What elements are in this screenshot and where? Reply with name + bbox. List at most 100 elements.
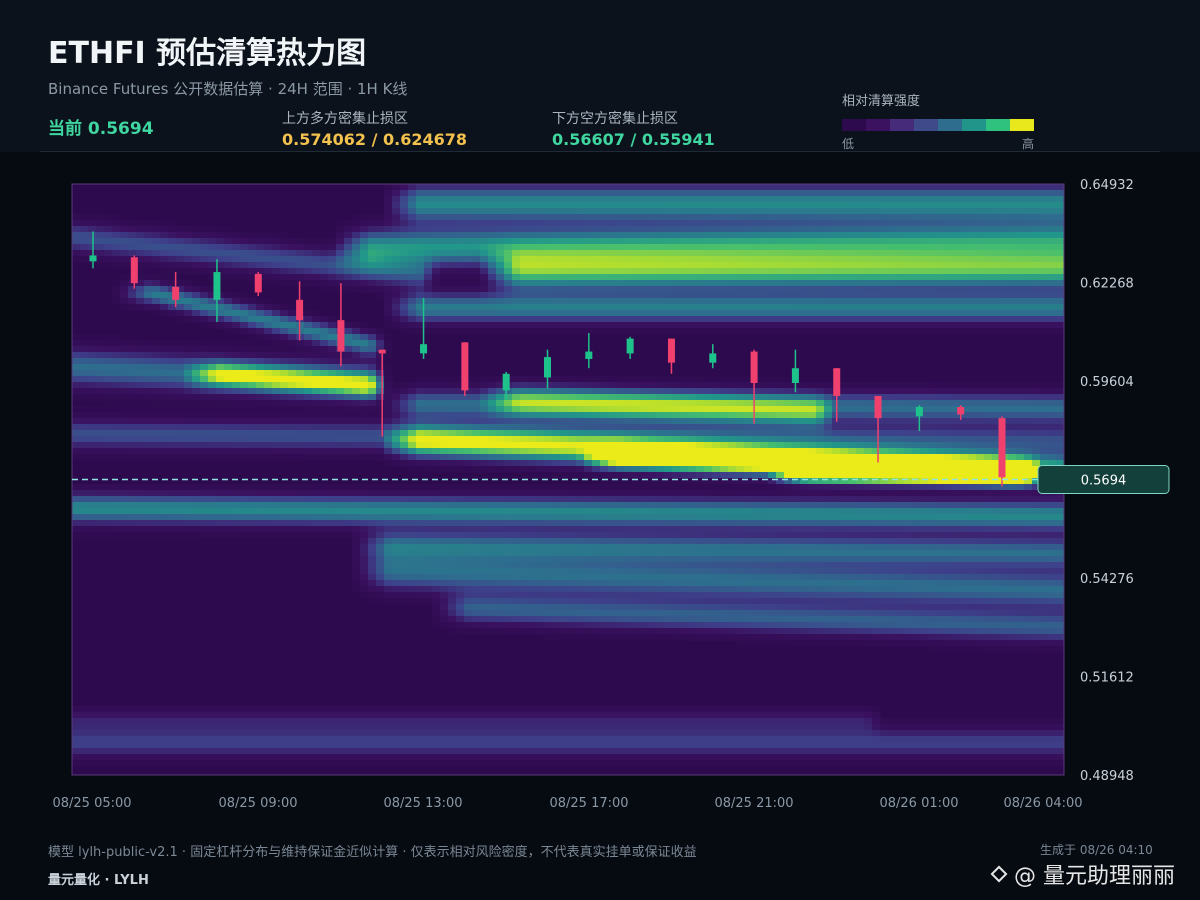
heatmap-cell (472, 214, 481, 221)
heatmap-cell (568, 376, 577, 383)
heatmap-cell (496, 592, 505, 599)
heatmap-cell (232, 394, 241, 401)
heatmap-cell (600, 400, 609, 407)
heatmap-cell (584, 508, 593, 515)
heatmap-cell (592, 196, 601, 203)
heatmap-cell (424, 442, 433, 449)
heatmap-cell (80, 712, 89, 719)
upper-zone-block: 上方多方密集止损区 0.574062 / 0.624678 (282, 108, 467, 149)
heatmap-cell (480, 550, 489, 557)
heatmap-cell (488, 466, 497, 473)
heatmap-cell (560, 310, 569, 317)
heatmap-cell (384, 736, 393, 743)
heatmap-cell (440, 736, 449, 743)
heatmap-cell (648, 508, 657, 515)
heatmap-cell (248, 718, 257, 725)
heatmap-cell (360, 328, 369, 335)
heatmap-cell (592, 484, 601, 491)
heatmap-cell (584, 706, 593, 713)
heatmap-cell (304, 400, 313, 407)
heatmap-cell (360, 718, 369, 725)
heatmap-cell (256, 448, 265, 455)
heatmap-cell (424, 538, 433, 545)
heatmap-cell (416, 496, 425, 503)
heatmap-cell (376, 490, 385, 497)
heatmap-cell (312, 748, 321, 755)
heatmap-cell (600, 538, 609, 545)
heatmap-cell (304, 706, 313, 713)
heatmap-cell (416, 190, 425, 197)
heatmap-cell (248, 520, 257, 527)
heatmap-cell (528, 250, 537, 257)
heatmap-cell (624, 268, 633, 275)
heatmap-cell (344, 382, 353, 389)
heatmap-cell (160, 286, 169, 293)
heatmap-cell (600, 460, 609, 467)
heatmap-cell (240, 430, 249, 437)
heatmap-cell (616, 262, 625, 269)
heatmap-cell (80, 436, 89, 443)
heatmap-cell (440, 730, 449, 737)
heatmap-cell (240, 394, 249, 401)
heatmap-cell (400, 718, 409, 725)
heatmap-cell (672, 310, 681, 317)
heatmap-cell (544, 514, 553, 521)
heatmap-cell (432, 280, 441, 287)
heatmap-cell (464, 502, 473, 509)
heatmap-cell (664, 568, 673, 575)
heatmap-cell (448, 196, 457, 203)
heatmap-cell (264, 418, 273, 425)
heatmap-cell (520, 244, 529, 251)
heatmap-cell (384, 214, 393, 221)
heatmap-cell (440, 292, 449, 299)
heatmap-cell (632, 514, 641, 521)
heatmap-cell (680, 322, 689, 329)
heatmap-cell (584, 196, 593, 203)
heatmap-cell (272, 274, 281, 281)
heatmap-cell (520, 208, 529, 215)
heatmap-cell (672, 550, 681, 557)
heatmap-cell (592, 532, 601, 539)
heatmap-cell (360, 244, 369, 251)
heatmap-cell (304, 502, 313, 509)
heatmap-cell (568, 442, 577, 449)
heatmap-cell (224, 364, 233, 371)
heatmap-cell (456, 256, 465, 263)
heatmap-cell (256, 250, 265, 257)
heatmap-cell (600, 274, 609, 281)
heatmap-cell (568, 706, 577, 713)
heatmap-cell (288, 406, 297, 413)
heatmap-cell (424, 418, 433, 425)
heatmap-cell (320, 328, 329, 335)
heatmap-cell (520, 562, 529, 569)
heatmap-cell (312, 334, 321, 341)
heatmap-cell (504, 712, 513, 719)
heatmap-cell (104, 454, 113, 461)
heatmap-cell (408, 244, 417, 251)
heatmap-cell (440, 496, 449, 503)
heatmap-cell (632, 400, 641, 407)
heatmap-cell (96, 376, 105, 383)
heatmap-cell (224, 226, 233, 233)
heatmap-cell (240, 412, 249, 419)
heatmap-cell (336, 406, 345, 413)
heatmap-cell (536, 226, 545, 233)
heatmap-cell (656, 484, 665, 491)
heatmap-cell (592, 742, 601, 749)
heatmap-cell (472, 244, 481, 251)
heatmap-cell (576, 538, 585, 545)
heatmap-cell (312, 712, 321, 719)
heatmap-cell (672, 586, 681, 593)
heatmap-cell (600, 592, 609, 599)
heatmap-cell (288, 304, 297, 311)
heatmap-cell (192, 340, 201, 347)
heatmap-cell (392, 220, 401, 227)
heatmap-cell (584, 754, 593, 761)
heatmap-cell (96, 256, 105, 263)
heatmap-cell (312, 346, 321, 353)
heatmap-cell (456, 628, 465, 635)
heatmap-cell (608, 598, 617, 605)
heatmap-cell (336, 382, 345, 389)
heatmap-cell (448, 580, 457, 587)
heatmap-cell (616, 202, 625, 209)
